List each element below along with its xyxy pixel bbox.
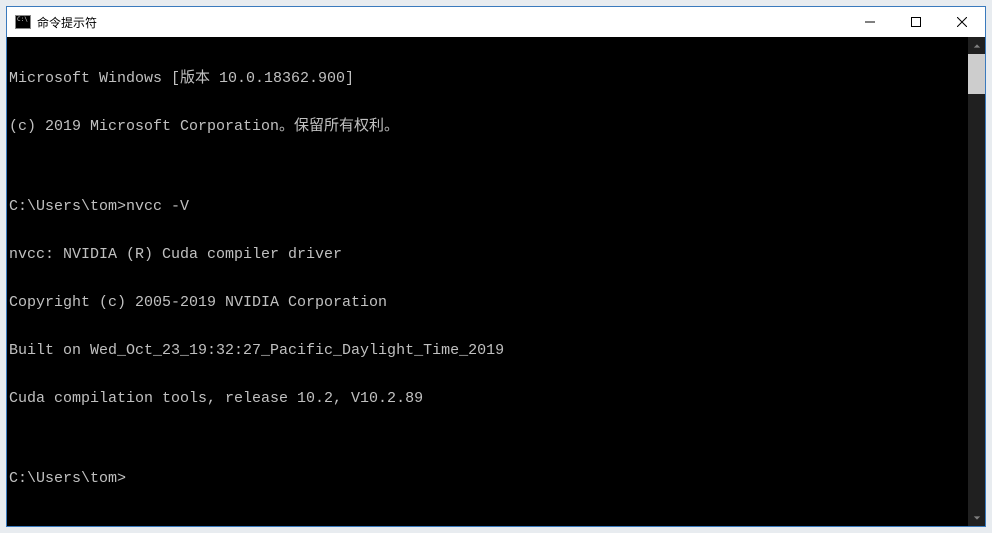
vertical-scrollbar[interactable]: [968, 37, 985, 526]
app-icon: [15, 15, 31, 29]
scroll-up-button[interactable]: [968, 37, 985, 54]
terminal-content[interactable]: Microsoft Windows [版本 10.0.18362.900] (c…: [7, 37, 968, 526]
titlebar[interactable]: 命令提示符: [7, 7, 985, 37]
terminal-line: C:\Users\tom>nvcc -V: [9, 199, 968, 215]
terminal-line: nvcc: NVIDIA (R) Cuda compiler driver: [9, 247, 968, 263]
terminal-line: Built on Wed_Oct_23_19:32:27_Pacific_Day…: [9, 343, 968, 359]
terminal-line: Cuda compilation tools, release 10.2, V1…: [9, 391, 968, 407]
window-controls: [847, 7, 985, 37]
terminal-line: Copyright (c) 2005-2019 NVIDIA Corporati…: [9, 295, 968, 311]
close-icon: [957, 17, 967, 27]
terminal-line: (c) 2019 Microsoft Corporation。保留所有权利。: [9, 119, 968, 135]
terminal-body[interactable]: Microsoft Windows [版本 10.0.18362.900] (c…: [7, 37, 985, 526]
scroll-down-button[interactable]: [968, 509, 985, 526]
minimize-icon: [865, 17, 875, 27]
scroll-thumb[interactable]: [968, 54, 985, 94]
window-title: 命令提示符: [37, 14, 847, 31]
scroll-track[interactable]: [968, 54, 985, 509]
close-button[interactable]: [939, 7, 985, 37]
minimize-button[interactable]: [847, 7, 893, 37]
prompt-text: C:\Users\tom>: [9, 470, 126, 487]
cursor: [126, 472, 134, 487]
maximize-button[interactable]: [893, 7, 939, 37]
chevron-up-icon: [973, 42, 981, 50]
maximize-icon: [911, 17, 921, 27]
terminal-line: Microsoft Windows [版本 10.0.18362.900]: [9, 71, 968, 87]
terminal-line-prompt: C:\Users\tom>: [9, 471, 968, 487]
chevron-down-icon: [973, 514, 981, 522]
command-prompt-window: 命令提示符 Microsoft Windows [版本 10.0.: [6, 6, 986, 527]
